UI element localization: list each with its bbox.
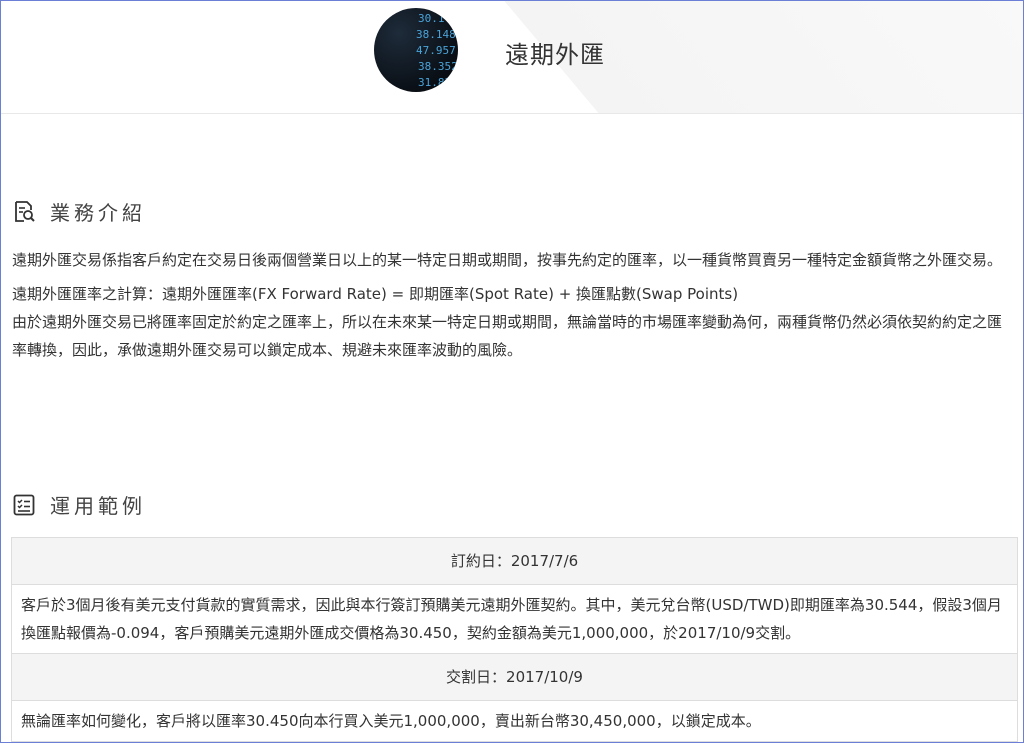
image-number-1: 30.1 bbox=[418, 12, 445, 25]
checklist-icon bbox=[13, 494, 35, 515]
intro-paragraph-2: 遠期外匯匯率之計算：遠期外匯匯率(FX Forward Rate) = 即期匯率… bbox=[12, 285, 739, 303]
header-image: 30.1 38.148 47.957 38.352 31.858 bbox=[374, 8, 458, 92]
intro-section-heading: 業務介紹 bbox=[12, 197, 146, 226]
intro-paragraph-3: 由於遠期外匯交易已將匯率固定於約定之匯率上，所以在未來某一特定日期或期間，無論當… bbox=[12, 313, 1003, 359]
page-header: 30.1 38.148 47.957 38.352 31.858 遠期外匯 bbox=[0, 0, 1024, 114]
intro-paragraph-1: 遠期外匯交易係指客戶約定在交易日後兩個營業日以上的某一特定日期或期間，按事先約定… bbox=[12, 251, 1003, 269]
page-title: 遠期外匯 bbox=[505, 41, 605, 69]
intro-heading-label: 業務介紹 bbox=[50, 201, 146, 225]
image-number-5: 31.858 bbox=[418, 76, 458, 89]
example-section-heading: 運用範例 bbox=[12, 490, 146, 519]
document-search-icon bbox=[15, 200, 35, 222]
contract-date-description: 客戶於3個月後有美元支付貨款的實質需求，因此與本行簽訂預購美元遠期外匯契約。其中… bbox=[12, 585, 1017, 654]
settlement-date-header: 交割日：2017/10/9 bbox=[12, 654, 1017, 701]
image-number-2: 38.148 bbox=[416, 28, 456, 41]
contract-date-header: 訂約日：2017/7/6 bbox=[12, 538, 1017, 585]
example-table: 訂約日：2017/7/6 客戶於3個月後有美元支付貨款的實質需求，因此與本行簽訂… bbox=[11, 537, 1018, 742]
settlement-date-description: 無論匯率如何變化，客戶將以匯率30.450向本行買入美元1,000,000，賣出… bbox=[21, 712, 761, 730]
image-number-3: 47.957 bbox=[416, 44, 456, 57]
intro-text: 遠期外匯交易係指客戶約定在交易日後兩個營業日以上的某一特定日期或期間，按事先約定… bbox=[12, 246, 1012, 364]
image-number-4: 38.352 bbox=[418, 60, 458, 73]
example-heading-label: 運用範例 bbox=[50, 494, 146, 518]
